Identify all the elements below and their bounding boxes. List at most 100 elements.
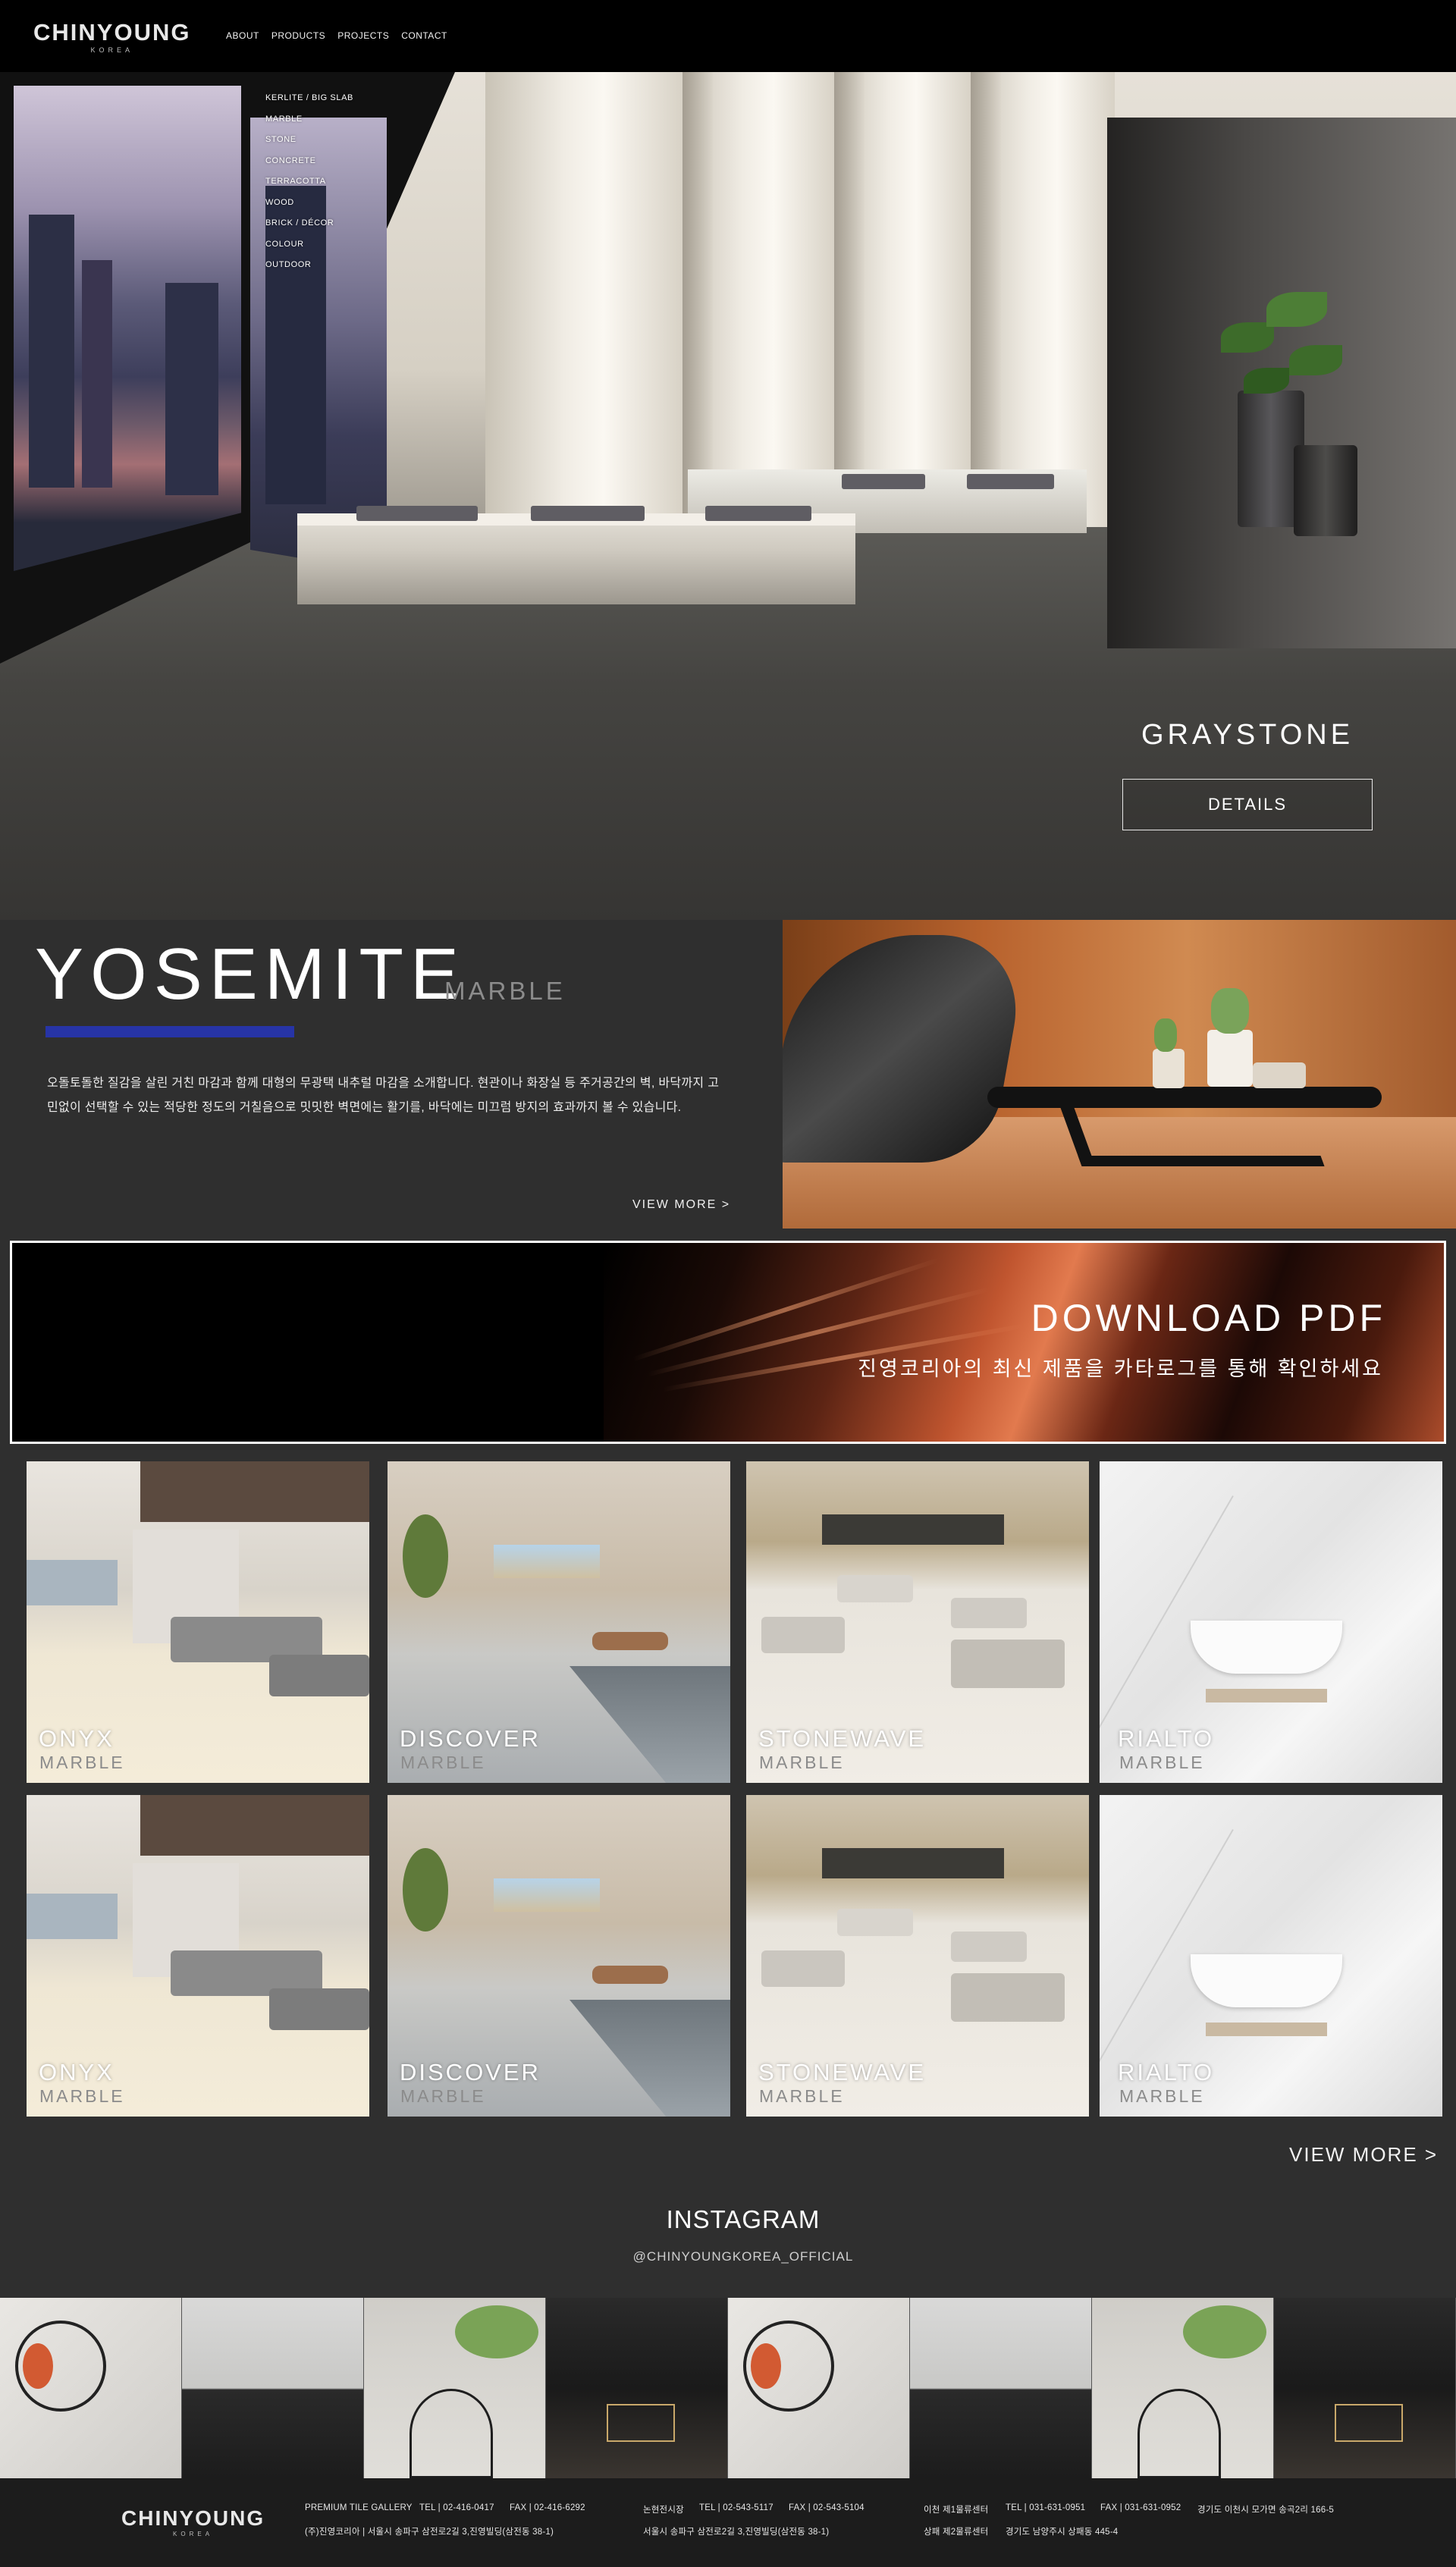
footer-gallery-name: PREMIUM TILE GALLERY: [305, 2503, 413, 2512]
footer-logistics1-name: 이천 제1물류센터: [924, 2506, 989, 2515]
card-category: MARBLE: [400, 2086, 486, 2106]
product-card-stonewave[interactable]: STONEWAVE MARBLE: [746, 1795, 1089, 2117]
card-window: [494, 1545, 600, 1578]
card-roof: [140, 1795, 369, 1856]
submenu-colour[interactable]: COLOUR: [265, 234, 417, 256]
footer-gallery-address: (주)진영코리아 | 서울시 송파구 삼전로2길 3,진영빌딩(삼전동 38-1…: [305, 2528, 554, 2537]
footer-showroom-address: 서울시 송파구 삼전로2길 3,진영빌딩(삼전동 38-1): [643, 2528, 830, 2537]
card-cabinet: [822, 1514, 1004, 1545]
product-card-discover[interactable]: DISCOVER MARBLE: [388, 1795, 730, 2117]
nav-projects[interactable]: PROJECTS: [337, 30, 389, 41]
instagram-post[interactable]: [546, 2298, 728, 2478]
card-category: MARBLE: [1119, 2086, 1205, 2106]
instagram-title: INSTAGRAM: [666, 2205, 821, 2233]
nav-contact[interactable]: CONTACT: [401, 30, 447, 41]
post-plant: [455, 2305, 538, 2358]
card-bench: [761, 1950, 845, 1987]
plant-leaf: [1221, 322, 1274, 353]
instagram-post[interactable]: [182, 2298, 364, 2478]
card-name: STONEWAVE: [758, 2059, 927, 2085]
feature-view-more-link[interactable]: VIEW MORE >: [632, 1198, 730, 1212]
instagram-handle-link[interactable]: @CHINYOUNGKOREA_OFFICIAL: [0, 2249, 1456, 2264]
card-window: [494, 1878, 600, 1912]
submenu-brick-decor[interactable]: BRICK / DÉCOR: [265, 213, 417, 234]
submenu-concrete[interactable]: CONCRETE: [265, 151, 417, 172]
city-tower: [165, 283, 218, 495]
post-decor: [1138, 2389, 1221, 2478]
nav-products[interactable]: PRODUCTS: [271, 30, 325, 41]
hero-bench: [297, 513, 855, 604]
card-category: MARBLE: [400, 1753, 486, 1772]
hero-planter: [1294, 445, 1357, 536]
hero-cushion: [967, 474, 1054, 489]
footer-logo[interactable]: CHINYOUNG KOREA: [121, 2506, 265, 2537]
card-bench: [951, 1640, 1065, 1688]
instagram-post[interactable]: [728, 2298, 910, 2478]
site-header: [0, 0, 1456, 72]
submenu-outdoor[interactable]: OUTDOOR: [265, 255, 417, 276]
submenu-kerlite[interactable]: KERLITE / BIG SLAB: [265, 88, 417, 109]
download-pdf-banner[interactable]: DOWNLOAD PDF 진영코리아의 최신 제품을 카타로그를 통해 확인하세…: [10, 1241, 1446, 1444]
footer-logo-brand: CHINYOUNG: [121, 2506, 265, 2530]
nav-about[interactable]: ABOUT: [226, 30, 259, 41]
feature-image[interactable]: [783, 920, 1456, 1229]
card-sky: [27, 1894, 118, 1939]
hero-cushion: [842, 474, 925, 489]
product-card-rialto[interactable]: RIALTO MARBLE: [1100, 1461, 1442, 1783]
instagram-post[interactable]: [910, 2298, 1092, 2478]
post-decor: [607, 2404, 675, 2442]
post-decor: [751, 2343, 781, 2389]
product-submenu: KERLITE / BIG SLAB MARBLE STONE CONCRETE…: [265, 88, 417, 276]
card-sofa: [269, 1655, 369, 1696]
download-subtitle: 진영코리아의 최신 제품을 카타로그를 통해 확인하세요: [858, 1357, 1383, 1380]
footer-showroom-name: 논현전시장: [643, 2506, 684, 2515]
card-category: MARBLE: [759, 2086, 845, 2106]
instagram-post[interactable]: [1092, 2298, 1274, 2478]
catalog-page: [633, 1258, 938, 1361]
card-name: DISCOVER: [400, 2059, 541, 2085]
card-ottoman: [592, 1966, 668, 1984]
plant-leaf: [1244, 368, 1289, 394]
submenu-wood[interactable]: WOOD: [265, 193, 417, 214]
feature-table-top: [987, 1087, 1382, 1108]
site-logo[interactable]: CHINYOUNG KOREA: [33, 20, 190, 55]
card-cabinet: [822, 1848, 1004, 1878]
instagram-post[interactable]: [364, 2298, 546, 2478]
post-decor: [1335, 2404, 1403, 2442]
product-card-stonewave[interactable]: STONEWAVE MARBLE: [746, 1461, 1089, 1783]
footer-gallery-fax: FAX | 02-416-6292: [510, 2503, 585, 2512]
card-bench: [951, 1598, 1027, 1628]
feature-pot: [1253, 1062, 1306, 1088]
plant-leaf: [1211, 988, 1249, 1034]
details-button[interactable]: DETAILS: [1122, 779, 1373, 830]
instagram-post[interactable]: [0, 2298, 182, 2478]
product-card-onyx[interactable]: ONYX MARBLE: [27, 1795, 369, 2117]
card-bench: [761, 1617, 845, 1653]
instagram-post[interactable]: [1274, 2298, 1456, 2478]
card-tree: [403, 1848, 448, 1932]
card-category: MARBLE: [39, 2086, 125, 2106]
hero-cushion: [531, 506, 645, 521]
footer-logo-sub: KOREA: [173, 2531, 214, 2537]
hero-city-view: [14, 86, 241, 571]
card-tree: [403, 1514, 448, 1598]
submenu-marble[interactable]: MARBLE: [265, 109, 417, 130]
feature-table-leg: [1059, 1106, 1325, 1166]
submenu-terracotta[interactable]: TERRACOTTA: [265, 171, 417, 193]
hero-wall-panel: [485, 72, 682, 542]
submenu-stone[interactable]: STONE: [265, 130, 417, 151]
product-card-discover[interactable]: DISCOVER MARBLE: [388, 1461, 730, 1783]
hero-cushion: [356, 506, 478, 521]
product-card-onyx[interactable]: ONYX MARBLE: [27, 1461, 369, 1783]
card-ottoman: [592, 1632, 668, 1650]
feature-title: YOSEMITE: [35, 934, 466, 1015]
card-category: MARBLE: [1119, 1753, 1205, 1772]
feature-accent-bar: [46, 1026, 294, 1037]
instagram-feed: [0, 2298, 1456, 2478]
logo-sub: KOREA: [90, 46, 133, 54]
product-card-rialto[interactable]: RIALTO MARBLE: [1100, 1795, 1442, 2117]
card-mat: [1206, 2023, 1327, 2036]
city-tower: [29, 215, 74, 488]
footer-gallery-tel: TEL | 02-416-0417: [419, 2503, 494, 2512]
products-view-more-link[interactable]: VIEW MORE >: [1289, 2143, 1438, 2167]
